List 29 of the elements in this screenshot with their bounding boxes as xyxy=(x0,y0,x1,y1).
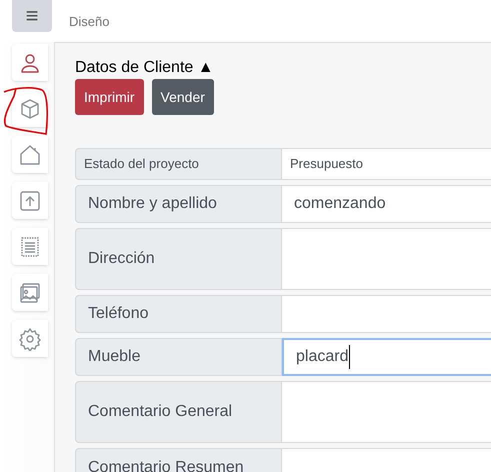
input-field[interactable] xyxy=(282,228,491,290)
action-button[interactable]: Vender xyxy=(152,79,214,115)
settings-icon xyxy=(18,326,42,350)
sidebar-tab[interactable] xyxy=(12,90,48,127)
input-field[interactable] xyxy=(282,381,491,443)
sidebar-tab[interactable] xyxy=(12,274,48,311)
upload-icon xyxy=(18,188,42,212)
field-label: Comentario Resumen xyxy=(75,448,282,472)
sidebar-tab[interactable] xyxy=(12,182,48,219)
field-label: Estado del proyecto xyxy=(75,148,282,180)
action-button[interactable]: Imprimir xyxy=(75,79,144,115)
input-field[interactable] xyxy=(282,295,491,333)
menu-button[interactable]: ≡ xyxy=(12,0,52,32)
sidebar-tab[interactable] xyxy=(12,320,48,357)
field-label: Nombre y apellido xyxy=(75,185,282,223)
sidebar-tab[interactable] xyxy=(12,228,48,265)
field-label: Dirección xyxy=(75,228,282,290)
input-field[interactable]: Presupuesto xyxy=(282,148,491,180)
field-label: Mueble xyxy=(75,338,282,376)
sidebar-tab[interactable] xyxy=(12,136,48,173)
input-field[interactable]: comenzando xyxy=(282,185,491,223)
field-label: Comentario General xyxy=(75,381,282,443)
field-label: Teléfono xyxy=(75,295,282,333)
panel-title[interactable]: Datos de Cliente ▲ xyxy=(75,56,491,78)
sidebar-tab[interactable] xyxy=(12,44,48,81)
breadcrumb[interactable]: Diseño xyxy=(69,12,110,28)
images-icon xyxy=(18,280,42,304)
house-icon xyxy=(18,142,42,166)
input-field[interactable]: placard xyxy=(282,338,491,376)
